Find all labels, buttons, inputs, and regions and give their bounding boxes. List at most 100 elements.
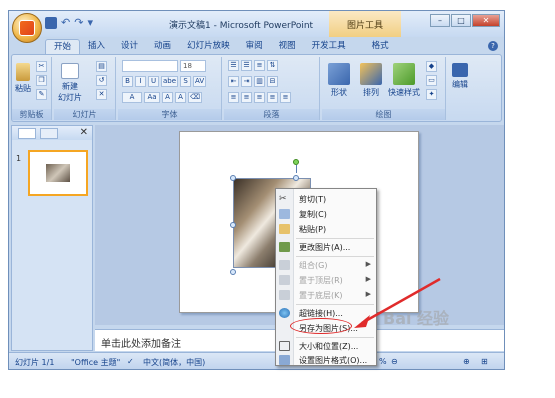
grow-font-icon[interactable]: A (162, 92, 173, 103)
italic-button[interactable]: I (135, 76, 146, 87)
text-direction-icon[interactable]: ⇅ (267, 60, 278, 71)
distribute-icon[interactable]: ≡ (280, 92, 291, 103)
resize-handle-nw[interactable] (230, 175, 236, 181)
bullets-icon[interactable]: ☰ (228, 60, 239, 71)
clipboard-group-label: 剪贴板 (12, 109, 51, 120)
paste-label: 粘贴 (15, 84, 31, 93)
spellcheck-icon[interactable]: ✓ (127, 357, 134, 366)
slide-thumbnail[interactable] (28, 150, 88, 196)
font-name-combo[interactable] (122, 60, 178, 72)
font-group: 18 B I U abe S AV A Aa A A ⌫ 字体 (118, 57, 222, 120)
menu-item-cut[interactable]: ✂ 剪切(T) (276, 192, 376, 206)
font-color-buttons: A Aa A A ⌫ (122, 92, 202, 103)
slides-pane-tabs: ✕ (12, 126, 92, 140)
tab-design[interactable]: 设计 (113, 39, 146, 54)
help-icon[interactable]: ? (488, 41, 498, 51)
delete-slide-icon[interactable]: ✕ (96, 89, 107, 100)
shrink-font-icon[interactable]: A (175, 92, 186, 103)
quick-styles-icon (393, 63, 415, 85)
paste-icon (16, 63, 30, 81)
cut-icon[interactable]: ✂ (36, 61, 47, 72)
font-color-icon[interactable]: A (122, 92, 142, 103)
editing-button[interactable]: 编辑 (452, 63, 468, 90)
shape-fill-icon[interactable]: ◆ (426, 61, 437, 72)
line-spacing-icon[interactable]: ≡ (254, 60, 265, 71)
case-icon[interactable]: Aa (144, 92, 160, 103)
tab-slideshow[interactable]: 幻灯片放映 (179, 39, 238, 54)
tab-insert[interactable]: 插入 (80, 39, 113, 54)
format-painter-icon[interactable]: ✎ (36, 89, 47, 100)
resize-handle-w[interactable] (230, 222, 236, 228)
bold-button[interactable]: B (122, 76, 133, 87)
reset-icon[interactable]: ↺ (96, 75, 107, 86)
save-icon[interactable] (45, 17, 57, 29)
shapes-icon (328, 63, 350, 85)
zoom-out-icon[interactable]: ⊖ (391, 357, 398, 366)
decrease-indent-icon[interactable]: ⇤ (228, 76, 239, 87)
shape-effects-icon[interactable]: ✦ (426, 89, 437, 100)
align-right-icon[interactable]: ≡ (254, 92, 265, 103)
minimize-button[interactable]: – (430, 14, 450, 27)
menu-item-paste[interactable]: 粘贴(P) (276, 222, 376, 236)
outline-tab[interactable] (40, 128, 58, 139)
shapes-button[interactable]: 形状 (328, 63, 350, 98)
rotation-stem (296, 165, 297, 173)
maximize-button[interactable]: □ (451, 14, 471, 27)
office-button[interactable] (12, 13, 42, 43)
resize-handle-n[interactable] (293, 175, 299, 181)
shape-outline-icon[interactable]: ▭ (426, 75, 437, 86)
menu-item-group[interactable]: 组合(G) ▶ (276, 258, 376, 272)
copy-icon[interactable]: ❐ (36, 75, 47, 86)
increase-indent-icon[interactable]: ⇥ (241, 76, 252, 87)
arrange-label: 排列 (363, 88, 379, 97)
menu-item-format-picture[interactable]: 设置图片格式(O)... (276, 353, 376, 367)
quick-access-toolbar: ↶ ↷ ▾ (45, 17, 93, 29)
slides-group: 新建 幻灯片 ▤ ↺ ✕ 幻灯片 (54, 57, 116, 120)
menu-item-change-picture[interactable]: 更改图片(A)... (276, 240, 376, 254)
resize-handle-sw[interactable] (230, 269, 236, 275)
zoom-in-icon[interactable]: ⊕ (463, 357, 470, 366)
tab-format[interactable]: 格式 (364, 39, 397, 54)
close-pane-icon[interactable]: ✕ (80, 127, 88, 138)
align-text-icon[interactable]: ⊟ (267, 76, 278, 87)
menu-item-size-position[interactable]: 大小和位置(Z)... (276, 339, 376, 353)
scissors-icon: ✂ (279, 194, 287, 204)
customize-qat-icon[interactable]: ▾ (87, 17, 93, 29)
align-left-icon[interactable]: ≡ (228, 92, 239, 103)
undo-icon[interactable]: ↶ (61, 17, 70, 29)
layout-icon[interactable]: ▤ (96, 61, 107, 72)
fit-window-icon[interactable]: ⊞ (481, 357, 488, 366)
slides-tab[interactable] (18, 128, 36, 139)
quick-styles-button[interactable]: 快速样式 (388, 63, 420, 98)
tab-view[interactable]: 视图 (271, 39, 304, 54)
underline-button[interactable]: U (148, 76, 159, 87)
tab-developer[interactable]: 开发工具 (304, 39, 354, 54)
change-picture-icon (279, 242, 290, 252)
columns-icon[interactable]: ▥ (254, 76, 265, 87)
menu-separator (296, 256, 374, 257)
font-group-label: 字体 (118, 109, 221, 120)
new-slide-label-1: 新建 (62, 82, 78, 91)
char-spacing-button[interactable]: AV (193, 76, 207, 87)
tab-animations[interactable]: 动画 (146, 39, 179, 54)
arrange-button[interactable]: 排列 (360, 63, 382, 98)
rotation-handle[interactable] (293, 159, 299, 165)
paragraph-group: ☰ ☰ ≡ ⇅ ⇤ ⇥ ▥ ⊟ ≡ ≡ ≡ ≡ ≡ 段落 (224, 57, 320, 120)
shadow-button[interactable]: S (180, 76, 192, 87)
strikethrough-button[interactable]: abe (161, 76, 179, 87)
close-button[interactable]: ✕ (472, 14, 500, 27)
status-bar: 幻灯片 1/1 "Office 主题" ✓ 中文(简体，中国) % ⊖ ⊕ ⊞ (9, 352, 504, 369)
new-slide-button[interactable]: 新建 幻灯片 (58, 63, 82, 103)
clear-format-icon[interactable]: ⌫ (188, 92, 202, 103)
align-center-icon[interactable]: ≡ (241, 92, 252, 103)
binoculars-icon (452, 63, 468, 77)
font-size-combo[interactable]: 18 (180, 60, 206, 72)
tab-home[interactable]: 开始 (45, 39, 81, 54)
tab-review[interactable]: 审阅 (238, 39, 271, 54)
paragraph-row-3: ≡ ≡ ≡ ≡ ≡ (228, 92, 291, 103)
numbering-icon[interactable]: ☰ (241, 60, 252, 71)
paste-button[interactable]: 粘贴 (15, 63, 31, 94)
redo-icon[interactable]: ↷ (74, 17, 83, 29)
justify-icon[interactable]: ≡ (267, 92, 278, 103)
menu-item-copy[interactable]: 复制(C) (276, 207, 376, 221)
